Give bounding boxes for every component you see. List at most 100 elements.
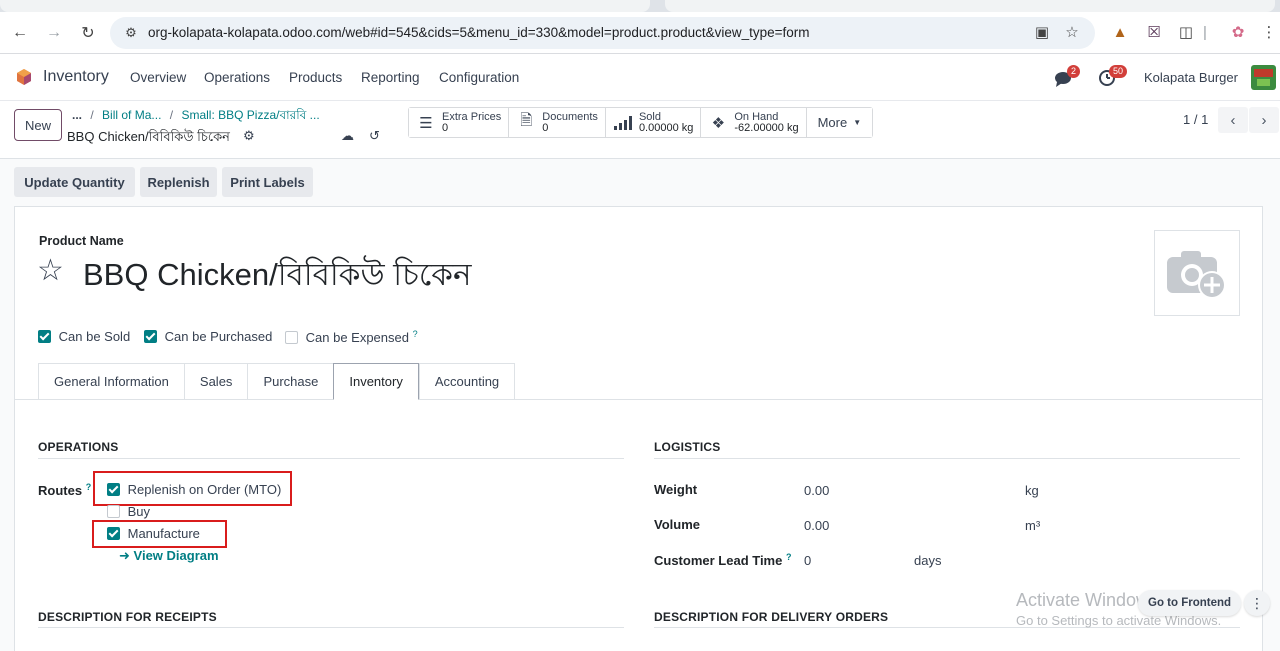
browser-menu-icon[interactable]: ⋮	[1258, 22, 1280, 44]
menu-operations[interactable]: Operations	[204, 70, 270, 85]
extension-icon[interactable]: ▲	[1109, 22, 1131, 44]
menu-reporting[interactable]: Reporting	[361, 70, 420, 85]
pager-value[interactable]: 1 / 1	[1183, 112, 1208, 127]
bar-chart-icon	[613, 115, 632, 130]
weight-label: Weight	[654, 482, 698, 497]
volume-input[interactable]: 0.00	[804, 518, 829, 533]
can-be-expensed-checkbox[interactable]: Can be Expensed ?	[285, 329, 418, 345]
browser-tab[interactable]	[0, 0, 650, 12]
discard-icon[interactable]: ↺	[369, 128, 380, 144]
gear-icon[interactable]: ⚙	[243, 128, 255, 144]
lead-time-input[interactable]: 0	[804, 553, 811, 568]
go-to-frontend-button[interactable]: Go to Frontend	[1138, 590, 1242, 616]
can-be-purchased-checkbox[interactable]: Can be Purchased	[144, 329, 272, 344]
tab-general-information[interactable]: General Information	[38, 363, 184, 400]
tab-purchase[interactable]: Purchase	[247, 363, 334, 400]
lead-time-label-text: Customer Lead Time	[654, 553, 783, 568]
breadcrumb-ellipsis[interactable]: ...	[72, 108, 82, 122]
install-app-icon[interactable]: ▣	[1032, 23, 1052, 43]
route-mto[interactable]: Replenish on Order (MTO)	[107, 482, 281, 497]
route-label: Replenish on Order (MTO)	[127, 482, 282, 497]
checkbox-unchecked[interactable]	[107, 505, 120, 518]
pager-next-icon[interactable]: ›	[1249, 107, 1279, 133]
extensions-puzzle-icon[interactable]: ◫	[1175, 22, 1197, 44]
description-receipts-title: DESCRIPTION FOR RECEIPTS	[38, 610, 217, 624]
url-text[interactable]: org-kolapata-kolapata.odoo.com/web#id=54…	[148, 25, 810, 40]
browser-toolbar: ← → ↻ ⚙ org-kolapata-kolapata.odoo.com/w…	[0, 12, 1280, 54]
more-options-icon[interactable]: ⋮	[1244, 590, 1270, 616]
print-labels-button[interactable]: Print Labels	[222, 167, 313, 197]
view-diagram-link[interactable]: ➜ View Diagram	[119, 548, 219, 564]
more-button[interactable]: More ▼	[806, 108, 873, 137]
menu-configuration[interactable]: Configuration	[439, 70, 519, 85]
extra-prices-button[interactable]: ☰ Extra Prices 0	[409, 108, 510, 137]
company-switcher[interactable]: Kolapata Burger	[1144, 70, 1238, 85]
can-be-sold-checkbox[interactable]: Can be Sold	[38, 329, 130, 344]
bookmark-star-icon[interactable]: ☆	[1062, 23, 1082, 43]
pager-previous-icon[interactable]: ‹	[1218, 107, 1248, 133]
smart-button-value: 0.00000 kg	[638, 121, 694, 134]
cubes-icon: ❖	[711, 114, 726, 132]
product-image[interactable]	[1154, 230, 1240, 316]
route-label: Buy	[127, 504, 151, 519]
caret-down-icon: ▼	[853, 118, 862, 127]
menu-overview[interactable]: Overview	[130, 70, 186, 85]
breadcrumb-bom[interactable]: Bill of Ma...	[102, 108, 161, 122]
action-bar: Update Quantity Replenish Print Labels	[0, 159, 1280, 201]
browser-tabstrip	[0, 0, 1280, 12]
documents-button[interactable]: 🗎 Documents 0	[509, 108, 606, 137]
browser-tab[interactable]	[665, 0, 1275, 12]
section-divider	[38, 627, 624, 628]
smart-button-label: Sold	[638, 110, 661, 123]
weight-input[interactable]: 0.00	[804, 483, 829, 498]
inventory-app-icon[interactable]	[15, 68, 33, 86]
document-icon: 🗎	[520, 112, 533, 129]
checkbox-checked[interactable]	[144, 330, 157, 343]
extension-x-icon[interactable]: ☒	[1143, 22, 1165, 44]
forward-icon[interactable]: →	[42, 21, 66, 45]
toolbar-divider: |	[1203, 24, 1207, 41]
reload-icon[interactable]: ↻	[76, 21, 100, 45]
route-buy[interactable]: Buy	[107, 504, 150, 519]
help-tooltip-icon[interactable]: ?	[786, 552, 792, 562]
section-divider	[38, 458, 624, 459]
app-name[interactable]: Inventory	[43, 68, 109, 86]
checkbox-checked[interactable]	[38, 330, 51, 343]
lead-time-unit: days	[914, 553, 942, 568]
save-cloud-icon[interactable]: ☁	[341, 128, 354, 144]
back-icon[interactable]: ←	[8, 21, 32, 45]
can-be-expensed-label: Can be Expensed	[305, 330, 409, 345]
tab-sales[interactable]: Sales	[183, 363, 248, 400]
update-quantity-button[interactable]: Update Quantity	[14, 167, 135, 197]
checkbox-checked[interactable]	[107, 483, 120, 496]
weight-unit: kg	[1025, 483, 1039, 498]
product-name-field[interactable]: BBQ Chicken/বিবিকিউ চিকেন	[83, 251, 472, 303]
new-button[interactable]: New	[14, 109, 62, 141]
can-be-sold-label: Can be Sold	[58, 329, 131, 344]
route-label: Manufacture	[127, 526, 200, 541]
favorite-star-icon[interactable]: ☆	[37, 253, 64, 288]
help-tooltip-icon[interactable]: ?	[86, 482, 92, 492]
site-settings-icon[interactable]: ⚙	[122, 24, 140, 42]
replenish-button[interactable]: Replenish	[140, 167, 217, 197]
checkbox-checked[interactable]	[107, 527, 120, 540]
checkbox-unchecked[interactable]	[285, 331, 298, 344]
form-sheet: Product Name ☆ BBQ Chicken/বিবিকিউ চিকেন…	[14, 206, 1263, 651]
tab-accounting[interactable]: Accounting	[418, 363, 516, 400]
address-bar[interactable]: ⚙ org-kolapata-kolapata.odoo.com/web#id=…	[110, 17, 1095, 49]
list-icon: ☰	[419, 114, 433, 132]
can-be-purchased-label: Can be Purchased	[164, 329, 273, 344]
arrow-right-icon: ➜	[119, 548, 130, 563]
route-manufacture[interactable]: Manufacture	[107, 526, 200, 541]
breadcrumb-bbq-pizza[interactable]: Small: BBQ Pizza/বারবি ...	[181, 108, 319, 122]
on-hand-button[interactable]: ❖ On Hand -62.00000 kg	[701, 108, 807, 137]
smart-button-value: -62.00000 kg	[734, 121, 799, 134]
customer-lead-time-label: Customer Lead Time ?	[654, 552, 791, 568]
menu-products[interactable]: Products	[289, 70, 342, 85]
help-tooltip-icon[interactable]: ?	[413, 329, 418, 339]
tab-inventory[interactable]: Inventory	[333, 363, 419, 400]
smart-buttons: ☰ Extra Prices 0 🗎 Documents 0 Sold 0.00000…	[408, 107, 874, 138]
sold-button[interactable]: Sold 0.00000 kg	[605, 108, 702, 137]
user-avatar[interactable]	[1251, 65, 1276, 90]
profile-avatar[interactable]: ✿	[1227, 22, 1249, 44]
